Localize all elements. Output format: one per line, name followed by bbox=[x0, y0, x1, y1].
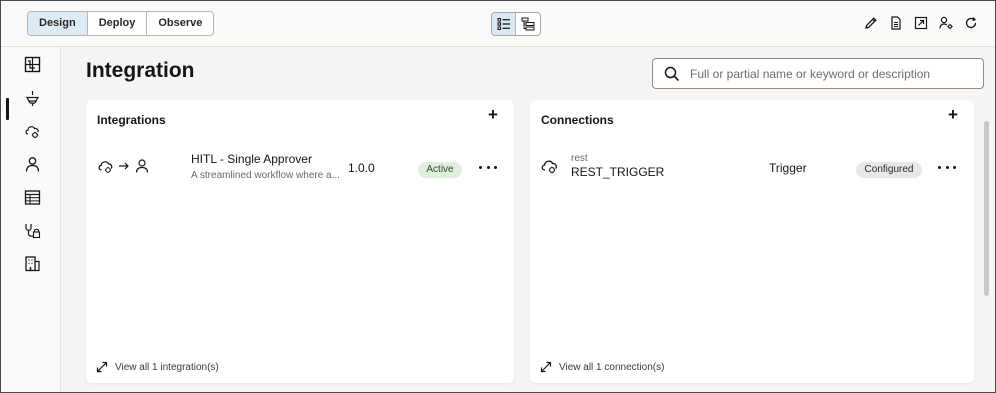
observe-tab[interactable]: Observe bbox=[147, 12, 213, 35]
main-content: Integration Integrations + bbox=[62, 47, 995, 392]
integrations-card: Integrations + HITL - Single Approver A … bbox=[86, 100, 514, 383]
integration-more-actions-button[interactable] bbox=[479, 162, 497, 172]
toolbar-actions bbox=[863, 14, 979, 32]
connections-card: Connections + rest REST_TRIGGER Trigger … bbox=[530, 100, 974, 383]
page-title: Integration bbox=[86, 59, 195, 82]
app-frame: Design Deploy Observe Integration Full o… bbox=[0, 0, 996, 393]
add-connection-button[interactable]: + bbox=[948, 105, 958, 125]
connections-nav-icon bbox=[25, 90, 39, 106]
search-icon bbox=[664, 66, 680, 81]
view-all-integrations-link[interactable]: View all 1 integration(s) bbox=[96, 361, 219, 373]
nav-enterprise[interactable] bbox=[21, 252, 43, 274]
integration-version: 1.0.0 bbox=[348, 161, 375, 175]
view-all-integrations-label: View all 1 integration(s) bbox=[115, 361, 219, 373]
more-dot-icon bbox=[479, 165, 482, 169]
connections-card-title: Connections bbox=[541, 113, 614, 127]
nav-integrations[interactable] bbox=[21, 53, 43, 75]
nav-lookups[interactable] bbox=[21, 120, 43, 142]
cloud-trigger-icon bbox=[98, 161, 113, 173]
deploy-tab[interactable]: Deploy bbox=[88, 12, 148, 35]
export-icon bbox=[914, 16, 928, 30]
enterprise-nav-icon bbox=[24, 255, 40, 271]
refresh-button[interactable] bbox=[963, 14, 979, 32]
tree-view-icon bbox=[521, 17, 535, 31]
lookups-nav-icon bbox=[25, 125, 39, 138]
nav-connections[interactable] bbox=[21, 87, 43, 109]
edit-button[interactable] bbox=[863, 14, 879, 32]
more-dot-icon bbox=[486, 165, 490, 169]
integration-description: A streamlined workflow where a... bbox=[191, 170, 340, 181]
list-view-button[interactable] bbox=[492, 13, 516, 35]
nav-users[interactable] bbox=[21, 153, 43, 175]
connection-name[interactable]: REST_TRIGGER bbox=[571, 165, 664, 179]
integrations-card-title: Integrations bbox=[97, 113, 166, 127]
agents-nav-icon bbox=[24, 223, 40, 238]
more-dot-icon bbox=[945, 165, 949, 169]
refresh-icon bbox=[965, 17, 977, 29]
connection-type: rest bbox=[571, 153, 588, 164]
nav-tables[interactable] bbox=[21, 186, 43, 208]
user-settings-button[interactable] bbox=[938, 14, 954, 32]
users-nav-icon bbox=[25, 156, 39, 172]
more-dot-icon bbox=[494, 165, 497, 169]
nav-active-indicator bbox=[6, 98, 9, 120]
document-button[interactable] bbox=[888, 14, 904, 32]
integrations-nav-icon bbox=[24, 56, 40, 72]
status-badge: Active bbox=[418, 162, 462, 178]
expand-icon bbox=[540, 361, 552, 373]
user-settings-icon bbox=[938, 16, 953, 30]
view-all-connections-link[interactable]: View all 1 connection(s) bbox=[540, 361, 664, 373]
connection-more-actions-button[interactable] bbox=[938, 162, 956, 172]
page-scrollbar[interactable] bbox=[984, 121, 989, 296]
integration-flow-icons bbox=[97, 158, 150, 174]
left-nav bbox=[1, 47, 61, 392]
mode-switcher: Design Deploy Observe bbox=[27, 11, 215, 36]
user-icon bbox=[135, 159, 149, 173]
tree-view-button[interactable] bbox=[516, 13, 540, 35]
edit-icon bbox=[865, 17, 877, 29]
document-icon bbox=[891, 16, 901, 30]
list-view-icon bbox=[497, 18, 510, 30]
connection-role: Trigger bbox=[769, 161, 807, 175]
arrow-right-icon bbox=[119, 162, 129, 170]
connection-type-icon-wrap bbox=[540, 157, 560, 175]
tables-nav-icon bbox=[24, 189, 40, 205]
export-button[interactable] bbox=[913, 14, 929, 32]
expand-icon bbox=[96, 361, 108, 373]
status-badge: Configured bbox=[856, 162, 922, 178]
search-input[interactable] bbox=[690, 66, 970, 81]
nav-agents[interactable] bbox=[21, 219, 43, 241]
top-bar: Design Deploy Observe bbox=[1, 1, 995, 47]
view-all-connections-label: View all 1 connection(s) bbox=[559, 361, 665, 373]
design-tab[interactable]: Design bbox=[28, 12, 88, 35]
search-box bbox=[652, 58, 984, 89]
cloud-connection-icon bbox=[541, 160, 557, 174]
more-dot-icon bbox=[938, 165, 941, 169]
more-dot-icon bbox=[953, 165, 956, 169]
view-switcher bbox=[491, 12, 541, 36]
add-integration-button[interactable]: + bbox=[488, 105, 498, 125]
integration-name[interactable]: HITL - Single Approver bbox=[191, 152, 312, 166]
